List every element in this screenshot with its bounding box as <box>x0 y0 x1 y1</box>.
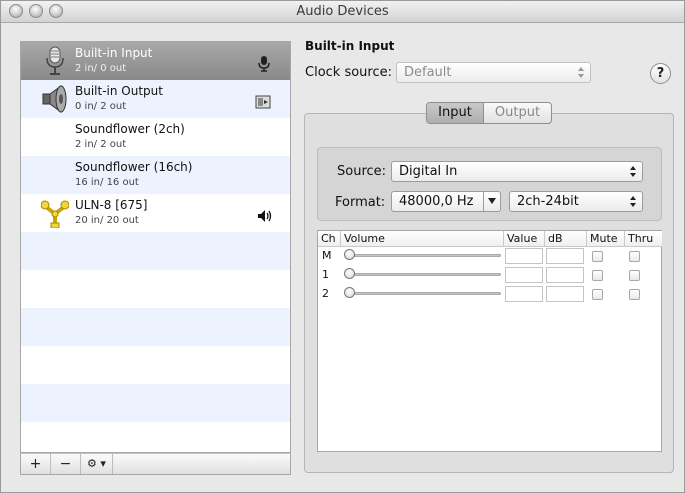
format-rate-combobox[interactable]: 48000,0 Hz <box>391 191 501 212</box>
volume-slider-knob[interactable] <box>344 268 355 279</box>
firewire-icon <box>41 200 69 228</box>
value-field[interactable] <box>505 286 543 302</box>
channel-table[interactable]: Ch Volume Value dB Mute Thru M 1 2 <box>317 230 662 452</box>
db-field[interactable] <box>546 248 584 264</box>
empty-row <box>21 308 290 346</box>
microphone-small-icon <box>258 56 270 72</box>
empty-row <box>21 384 290 422</box>
column-header-volume[interactable]: Volume <box>341 231 504 247</box>
window-title: Audio Devices <box>296 4 389 19</box>
thru-checkbox[interactable] <box>629 289 640 300</box>
value-field[interactable] <box>505 267 543 283</box>
audio-devices-window: Audio Devices Built-in Input 2 in/ 0 out <box>0 0 685 493</box>
column-header-thru[interactable]: Thru <box>625 231 662 247</box>
tab-bar: Input Output <box>426 102 552 124</box>
device-name: ULN-8 [675] <box>75 198 148 212</box>
device-row-built-in-input[interactable]: Built-in Input 2 in/ 0 out <box>21 42 290 80</box>
mute-checkbox[interactable] <box>592 289 603 300</box>
source-label: Source: <box>337 164 387 179</box>
updown-arrows-icon <box>630 166 636 177</box>
volume-icon <box>258 210 272 222</box>
device-list-toolbar: + − ⚙ ▾ <box>20 453 291 475</box>
title-bar[interactable]: Audio Devices <box>1 1 684 23</box>
clock-source-select[interactable]: Default <box>396 62 591 83</box>
device-io: 20 in/ 20 out <box>75 215 139 226</box>
device-io: 2 in/ 2 out <box>75 139 127 150</box>
remove-device-button[interactable]: − <box>51 454 81 474</box>
device-list[interactable]: Built-in Input 2 in/ 0 out Built-in Outp… <box>20 41 291 453</box>
device-row-soundflower-2ch[interactable]: Soundflower (2ch) 2 in/ 2 out <box>21 118 290 156</box>
volume-slider-track[interactable] <box>346 273 501 276</box>
updown-arrows-icon <box>578 67 584 78</box>
device-row-built-in-output[interactable]: Built-in Output 0 in/ 2 out <box>21 80 290 118</box>
volume-slider-knob[interactable] <box>344 249 355 260</box>
device-name: Built-in Input <box>75 46 153 60</box>
device-action-menu-button[interactable]: ⚙ ▾ <box>81 454 113 474</box>
value-field[interactable] <box>505 248 543 264</box>
device-title: Built-in Input <box>305 39 395 53</box>
clock-source-value: Default <box>404 65 452 80</box>
mute-checkbox[interactable] <box>592 251 603 262</box>
device-name: Soundflower (2ch) <box>75 122 185 136</box>
device-name: Built-in Output <box>75 84 163 98</box>
format-rate-value: 48000,0 Hz <box>399 194 474 209</box>
db-field[interactable] <box>546 286 584 302</box>
db-field[interactable] <box>546 267 584 283</box>
mute-checkbox[interactable] <box>592 270 603 281</box>
thru-checkbox[interactable] <box>629 251 640 262</box>
format-bits-select[interactable]: 2ch-24bit <box>509 191 643 212</box>
column-header-ch[interactable]: Ch <box>318 231 341 247</box>
channel-label: M <box>322 249 332 262</box>
channel-label: 2 <box>322 287 329 300</box>
empty-row <box>21 346 290 384</box>
microphone-icon <box>46 46 64 75</box>
device-row-soundflower-16ch[interactable]: Soundflower (16ch) 16 in/ 16 out <box>21 156 290 194</box>
source-value: Digital In <box>399 164 458 179</box>
thru-checkbox[interactable] <box>629 270 640 281</box>
volume-slider-knob[interactable] <box>344 287 355 298</box>
device-io: 2 in/ 0 out <box>75 63 127 74</box>
finder-output-icon <box>255 95 271 109</box>
device-io: 0 in/ 2 out <box>75 101 127 112</box>
channel-label: 1 <box>322 268 329 281</box>
device-name: Soundflower (16ch) <box>75 160 193 174</box>
device-io: 16 in/ 16 out <box>75 177 139 188</box>
format-bits-value: 2ch-24bit <box>517 194 579 209</box>
column-header-db[interactable]: dB <box>545 231 587 247</box>
format-rate-dropdown-button[interactable] <box>483 192 500 211</box>
tab-input[interactable]: Input <box>427 103 484 123</box>
source-select[interactable]: Digital In <box>391 161 643 182</box>
speaker-icon <box>42 85 67 113</box>
help-button[interactable]: ? <box>650 63 671 84</box>
empty-row <box>21 422 290 452</box>
updown-arrows-icon <box>630 196 636 207</box>
empty-row <box>21 270 290 308</box>
volume-slider-track[interactable] <box>346 292 501 295</box>
add-device-button[interactable]: + <box>21 454 51 474</box>
chevron-down-icon <box>488 198 496 204</box>
column-header-mute[interactable]: Mute <box>587 231 625 247</box>
volume-slider-track[interactable] <box>346 254 501 257</box>
empty-row <box>21 232 290 270</box>
device-row-uln-8[interactable]: ULN-8 [675] 20 in/ 20 out <box>21 194 290 232</box>
format-label: Format: <box>335 195 386 210</box>
column-header-value[interactable]: Value <box>504 231 545 247</box>
clock-source-label: Clock source: <box>305 65 393 80</box>
tab-output[interactable]: Output <box>484 103 551 123</box>
